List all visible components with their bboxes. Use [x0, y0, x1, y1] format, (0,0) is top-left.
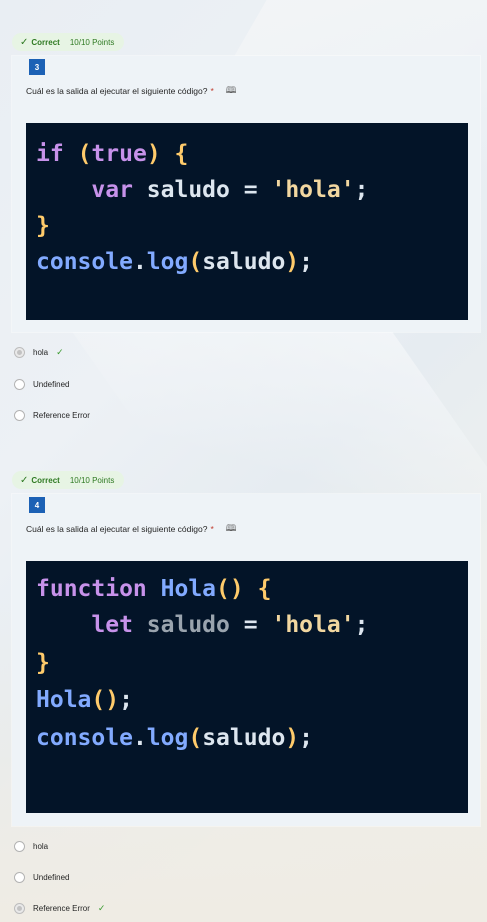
code-line: }: [36, 213, 50, 239]
status-label: Correct: [31, 475, 60, 485]
immersive-reader-icon[interactable]: 🕮: [226, 521, 237, 537]
option-q3-reference-error[interactable]: Reference Error: [14, 410, 90, 421]
code-line: console.log(saludo);: [36, 725, 314, 751]
radio-button[interactable]: [14, 841, 25, 852]
option-label: hola: [33, 842, 49, 851]
option-q3-undefined[interactable]: Undefined: [14, 379, 69, 390]
option-label: hola: [33, 348, 49, 357]
radio-button[interactable]: [14, 410, 25, 421]
points-label: 10/10 Points: [69, 37, 115, 47]
option-label: Reference Error: [33, 904, 90, 913]
correct-badge-q3: ✓ Correct 10/10 Points: [12, 33, 125, 51]
immersive-reader-icon[interactable]: 🕮: [226, 83, 237, 99]
check-icon: ✓: [20, 36, 29, 48]
radio-button[interactable]: [14, 347, 25, 358]
code-line: }: [36, 650, 50, 676]
option-q4-reference-error[interactable]: Reference Error ✓: [14, 903, 105, 914]
radio-button[interactable]: [14, 379, 25, 390]
code-line: console.log(saludo);: [36, 249, 314, 275]
check-icon: ✓: [56, 347, 64, 357]
option-q4-hola[interactable]: hola: [14, 841, 48, 852]
question-number: 3: [29, 59, 45, 75]
question-number: 4: [29, 497, 45, 513]
option-label: Undefined: [33, 873, 70, 882]
code-image: function Hola() { let saludo = 'hola'; }…: [26, 561, 468, 813]
option-q3-hola[interactable]: hola ✓: [14, 347, 64, 358]
code-line: let saludo = 'hola';: [91, 612, 369, 638]
option-label: Undefined: [33, 380, 70, 389]
question-text: Cuál es la salida al ejecutar el siguien…: [26, 83, 236, 99]
code-line: if (true) {: [36, 141, 189, 167]
radio-button[interactable]: [14, 903, 25, 914]
question-prompt: Cuál es la salida al ejecutar el siguien…: [26, 86, 208, 96]
question-card-3: 3 Cuál es la salida al ejecutar el sigui…: [12, 56, 480, 332]
required-mark: *: [210, 524, 214, 534]
code-line: var saludo = 'hola';: [91, 177, 369, 203]
correct-badge-q4: ✓ Correct 10/10 Points: [12, 471, 125, 489]
question-prompt: Cuál es la salida al ejecutar el siguien…: [26, 524, 208, 534]
required-mark: *: [210, 86, 214, 96]
radio-button[interactable]: [14, 872, 25, 883]
question-text: Cuál es la salida al ejecutar el siguien…: [26, 521, 236, 537]
code-line: Hola();: [36, 687, 133, 713]
points-label: 10/10 Points: [69, 475, 115, 485]
option-q4-undefined[interactable]: Undefined: [14, 872, 69, 883]
question-card-4: 4 Cuál es la salida al ejecutar el sigui…: [12, 494, 480, 826]
code-image: if (true) { var saludo = 'hola'; } conso…: [26, 123, 468, 320]
check-icon: ✓: [97, 903, 106, 913]
status-label: Correct: [31, 37, 60, 47]
code-line: function Hola() {: [36, 576, 272, 602]
option-label: Reference Error: [33, 411, 90, 420]
check-icon: ✓: [20, 474, 29, 486]
